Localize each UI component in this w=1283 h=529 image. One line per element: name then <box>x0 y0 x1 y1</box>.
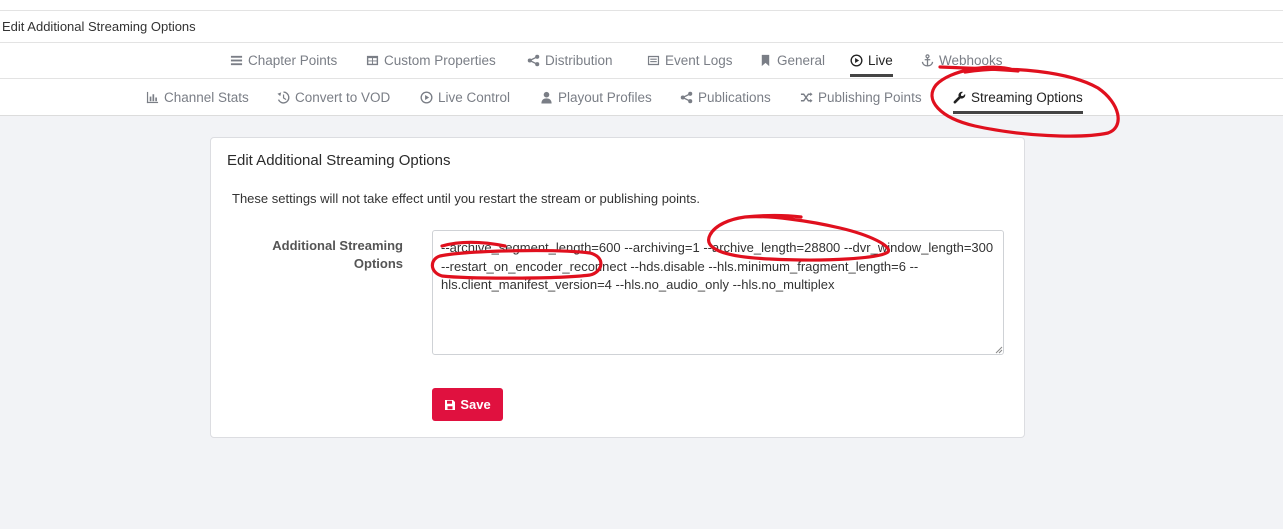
shuffle-icon <box>800 91 813 103</box>
tab-label: Convert to VOD <box>295 89 391 105</box>
tab-label: Live Control <box>438 89 511 105</box>
tab-publishing-points[interactable]: Publishing Points <box>800 79 922 115</box>
tab-label: Distribution <box>545 53 613 68</box>
play-circle-icon <box>850 54 863 67</box>
tab-label: General <box>777 53 826 68</box>
resize-handle-icon[interactable] <box>995 346 1003 354</box>
tab-convert-to-vod[interactable]: Convert to VOD <box>277 79 390 115</box>
tab-live-control[interactable]: Live Control <box>420 79 510 115</box>
tab-playout-profiles[interactable]: Playout Profiles <box>540 79 652 115</box>
save-button[interactable]: Save <box>432 388 503 421</box>
log-icon <box>647 55 660 66</box>
tab-streaming-options[interactable]: Streaming Options <box>953 79 1083 115</box>
primary-tab-bar: Chapter Points Custom Properties Distrib… <box>0 43 1283 79</box>
title-bar: Edit Additional Streaming Options <box>0 10 1283 43</box>
user-icon <box>541 91 552 104</box>
bookmark-icon <box>761 54 770 67</box>
tab-chapter-points[interactable]: Chapter Points <box>230 43 337 78</box>
history-icon <box>277 90 290 104</box>
tab-label: Publishing Points <box>818 89 922 105</box>
restart-notice: These settings will not take effect unti… <box>232 191 700 206</box>
tab-label: Publications <box>698 89 771 105</box>
page-title: Edit Additional Streaming Options <box>2 19 196 34</box>
card-title: Edit Additional Streaming Options <box>227 152 451 169</box>
top-strip <box>0 0 1283 10</box>
tab-publications[interactable]: Publications <box>680 79 771 115</box>
floppy-disk-icon <box>445 399 456 410</box>
tab-label: Custom Properties <box>384 53 496 68</box>
tab-live[interactable]: Live <box>850 43 893 78</box>
tab-label: Playout Profiles <box>558 89 652 105</box>
tab-event-logs[interactable]: Event Logs <box>647 43 733 78</box>
tab-channel-stats[interactable]: Channel Stats <box>146 79 249 115</box>
tab-webhooks[interactable]: Webhooks <box>921 43 1003 78</box>
list-icon <box>230 55 243 66</box>
tab-label: Event Logs <box>665 53 733 68</box>
tab-label: Streaming Options <box>971 89 1083 105</box>
active-tab-indicator <box>850 74 893 77</box>
tab-custom-properties[interactable]: Custom Properties <box>366 43 496 78</box>
additional-streaming-options-textarea[interactable]: --archive_segment_length=600 --archiving… <box>432 230 1004 355</box>
tab-label: Channel Stats <box>164 89 249 105</box>
play-circle-icon <box>420 90 433 104</box>
share-icon <box>527 54 540 67</box>
tab-label: Chapter Points <box>248 53 338 68</box>
share-icon <box>680 91 693 103</box>
secondary-tab-bar: Channel Stats Convert to VOD Live Contro… <box>0 79 1283 116</box>
save-button-label: Save <box>460 397 491 412</box>
active-tab-indicator <box>953 111 1083 114</box>
tab-label: Live <box>868 53 893 68</box>
tab-general[interactable]: General <box>759 43 825 78</box>
bar-chart-icon <box>146 91 159 103</box>
wrench-icon <box>953 91 966 103</box>
anchor-icon <box>921 54 934 67</box>
streaming-options-card: Edit Additional Streaming Options These … <box>210 137 1025 438</box>
table-icon <box>366 55 379 66</box>
additional-streaming-options-label: Additional Streaming Options <box>272 238 403 271</box>
tab-label: Webhooks <box>939 53 1003 68</box>
tab-distribution[interactable]: Distribution <box>527 43 613 78</box>
